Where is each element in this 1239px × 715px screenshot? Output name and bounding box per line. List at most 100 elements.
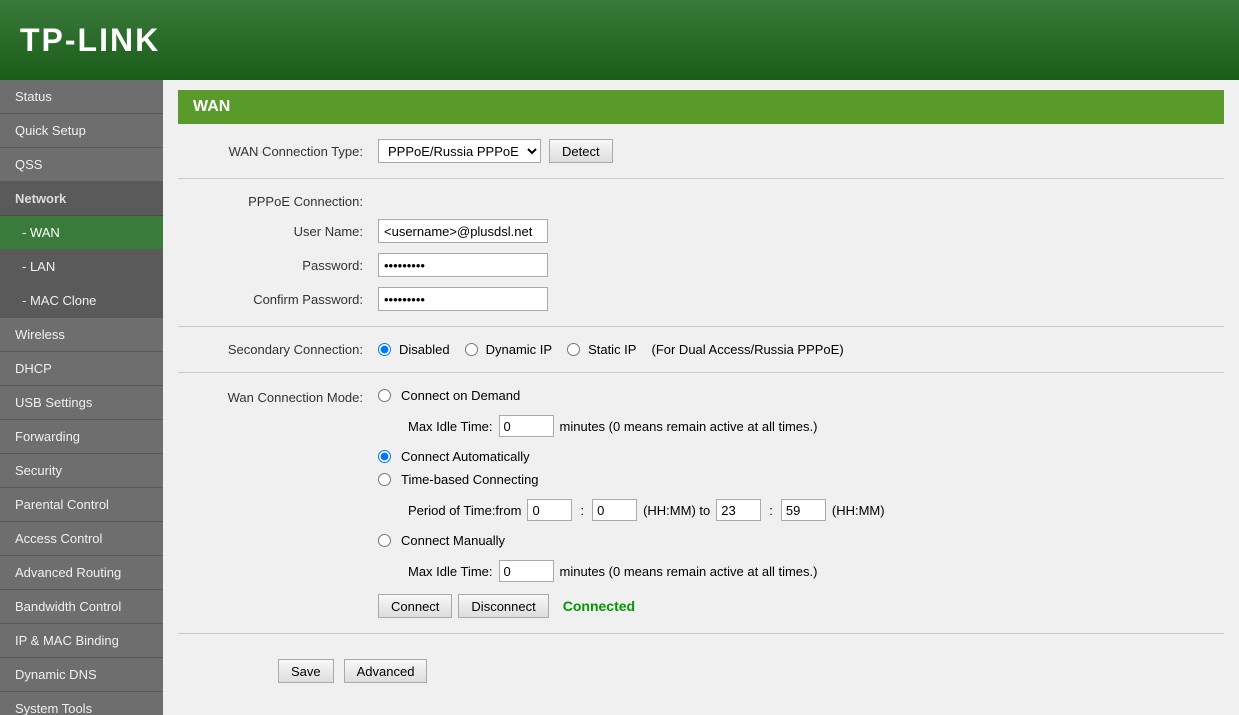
sidebar-item-dhcp[interactable]: DHCP <box>0 352 163 386</box>
sidebar-item-parental-control[interactable]: Parental Control <box>0 488 163 522</box>
sidebar-item-wan[interactable]: - WAN <box>0 216 163 250</box>
max-idle-note-2: minutes (0 means remain active at all ti… <box>560 564 818 579</box>
advanced-button[interactable]: Advanced <box>344 659 428 683</box>
sidebar-item-quick-setup[interactable]: Quick Setup <box>0 114 163 148</box>
wan-connection-type-label: WAN Connection Type: <box>178 144 378 159</box>
max-idle-input-1[interactable] <box>499 415 554 437</box>
sidebar: Status Quick Setup QSS Network - WAN - L… <box>0 80 163 715</box>
max-idle-note-1: minutes (0 means remain active at all ti… <box>560 419 818 434</box>
secondary-dynamic-ip-option[interactable]: Dynamic IP <box>465 342 552 357</box>
secondary-dynamic-ip-label: Dynamic IP <box>486 342 552 357</box>
sidebar-item-bandwidth-control[interactable]: Bandwidth Control <box>0 590 163 624</box>
username-value <box>378 219 548 243</box>
confirm-password-value <box>378 287 548 311</box>
pppoe-connection-label: PPPoE Connection: <box>178 194 378 209</box>
sidebar-section-network: Network <box>0 182 163 216</box>
period-hhmm-1: (HH:MM) to <box>643 503 710 518</box>
secondary-disabled-label: Disabled <box>399 342 450 357</box>
mode-connect-automatically-label: Connect Automatically <box>401 449 530 464</box>
secondary-static-ip-option[interactable]: Static IP <box>567 342 636 357</box>
period-from-h-input[interactable] <box>527 499 572 521</box>
sidebar-item-status[interactable]: Status <box>0 80 163 114</box>
page-title: WAN <box>178 90 1224 124</box>
secondary-connection-options: Disabled Dynamic IP Static IP (For Dual … <box>378 342 844 357</box>
username-input[interactable] <box>378 219 548 243</box>
mode-time-based-label: Time-based Connecting <box>401 472 539 487</box>
sidebar-item-security[interactable]: Security <box>0 454 163 488</box>
wan-mode-label: Wan Connection Mode: <box>178 388 378 405</box>
max-idle-row-2: Max Idle Time: minutes (0 means remain a… <box>408 560 885 582</box>
sidebar-item-wireless[interactable]: Wireless <box>0 318 163 352</box>
mode-connect-on-demand: Connect on Demand <box>378 388 885 403</box>
header: TP-LINK <box>0 0 1239 80</box>
divider-3 <box>178 372 1224 373</box>
password-label: Password: <box>178 258 378 273</box>
sidebar-item-qss[interactable]: QSS <box>0 148 163 182</box>
mode-time-based: Time-based Connecting <box>378 472 885 487</box>
secondary-disabled-radio[interactable] <box>378 343 391 356</box>
mode-connect-on-demand-radio[interactable] <box>378 389 391 402</box>
sidebar-item-forwarding[interactable]: Forwarding <box>0 420 163 454</box>
secondary-static-ip-label: Static IP <box>588 342 636 357</box>
secondary-connection-row: Secondary Connection: Disabled Dynamic I… <box>178 342 1224 357</box>
max-idle-label-2: Max Idle Time: <box>408 564 493 579</box>
wan-mode-options: Connect on Demand Max Idle Time: minutes… <box>378 388 885 618</box>
mode-connect-automatically-radio[interactable] <box>378 450 391 463</box>
secondary-static-ip-radio[interactable] <box>567 343 580 356</box>
wan-mode-row: Wan Connection Mode: Connect on Demand M… <box>178 388 1224 618</box>
detect-button[interactable]: Detect <box>549 139 613 163</box>
sidebar-item-mac-clone[interactable]: - MAC Clone <box>0 284 163 318</box>
sidebar-item-advanced-routing[interactable]: Advanced Routing <box>0 556 163 590</box>
sidebar-item-ip-mac-binding[interactable]: IP & MAC Binding <box>0 624 163 658</box>
pppoe-connection-row: PPPoE Connection: <box>178 194 1224 209</box>
connect-disconnect-row: Connect Disconnect Connected <box>378 594 885 618</box>
sidebar-item-usb-settings[interactable]: USB Settings <box>0 386 163 420</box>
wan-connection-type-select[interactable]: PPPoE/Russia PPPoE Dynamic IP Static IP … <box>378 139 541 163</box>
confirm-password-label: Confirm Password: <box>178 292 378 307</box>
colon-2: : <box>769 503 773 518</box>
sidebar-item-lan[interactable]: - LAN <box>0 250 163 284</box>
max-idle-row-1: Max Idle Time: minutes (0 means remain a… <box>408 415 885 437</box>
save-button[interactable]: Save <box>278 659 334 683</box>
max-idle-label-1: Max Idle Time: <box>408 419 493 434</box>
divider-1 <box>178 178 1224 179</box>
divider-2 <box>178 326 1224 327</box>
sidebar-item-system-tools[interactable]: System Tools <box>0 692 163 715</box>
password-row: Password: <box>178 253 1224 277</box>
period-to-h-input[interactable] <box>716 499 761 521</box>
connect-button[interactable]: Connect <box>378 594 452 618</box>
disconnect-button[interactable]: Disconnect <box>458 594 548 618</box>
secondary-connection-label: Secondary Connection: <box>178 342 378 357</box>
mode-connect-on-demand-label: Connect on Demand <box>401 388 520 403</box>
mode-time-based-radio[interactable] <box>378 473 391 486</box>
secondary-note: (For Dual Access/Russia PPPoE) <box>651 342 843 357</box>
content-area: WAN WAN Connection Type: PPPoE/Russia PP… <box>163 80 1239 715</box>
confirm-password-input[interactable] <box>378 287 548 311</box>
connected-status: Connected <box>563 598 635 614</box>
password-value <box>378 253 548 277</box>
mode-connect-manually-radio[interactable] <box>378 534 391 547</box>
confirm-password-row: Confirm Password: <box>178 287 1224 311</box>
max-idle-input-2[interactable] <box>499 560 554 582</box>
colon-1: : <box>580 503 584 518</box>
wan-connection-type-value: PPPoE/Russia PPPoE Dynamic IP Static IP … <box>378 139 613 163</box>
divider-4 <box>178 633 1224 634</box>
time-based-sub: Period of Time:from : (HH:MM) to : (HH:M… <box>408 499 885 521</box>
period-hhmm-2: (HH:MM) <box>832 503 885 518</box>
wan-connection-type-row: WAN Connection Type: PPPoE/Russia PPPoE … <box>178 139 1224 163</box>
logo: TP-LINK <box>20 22 160 59</box>
secondary-disabled-option[interactable]: Disabled <box>378 342 450 357</box>
mode-connect-automatically: Connect Automatically <box>378 449 885 464</box>
sidebar-item-access-control[interactable]: Access Control <box>0 522 163 556</box>
password-input[interactable] <box>378 253 548 277</box>
username-row: User Name: <box>178 219 1224 243</box>
period-to-m-input[interactable] <box>781 499 826 521</box>
username-label: User Name: <box>178 224 378 239</box>
period-from-m-input[interactable] <box>592 499 637 521</box>
mode-connect-manually: Connect Manually <box>378 533 885 548</box>
mode-connect-manually-label: Connect Manually <box>401 533 505 548</box>
sidebar-item-dynamic-dns[interactable]: Dynamic DNS <box>0 658 163 692</box>
period-label: Period of Time:from <box>408 503 521 518</box>
secondary-dynamic-ip-radio[interactable] <box>465 343 478 356</box>
bottom-buttons: Save Advanced <box>178 649 1224 683</box>
